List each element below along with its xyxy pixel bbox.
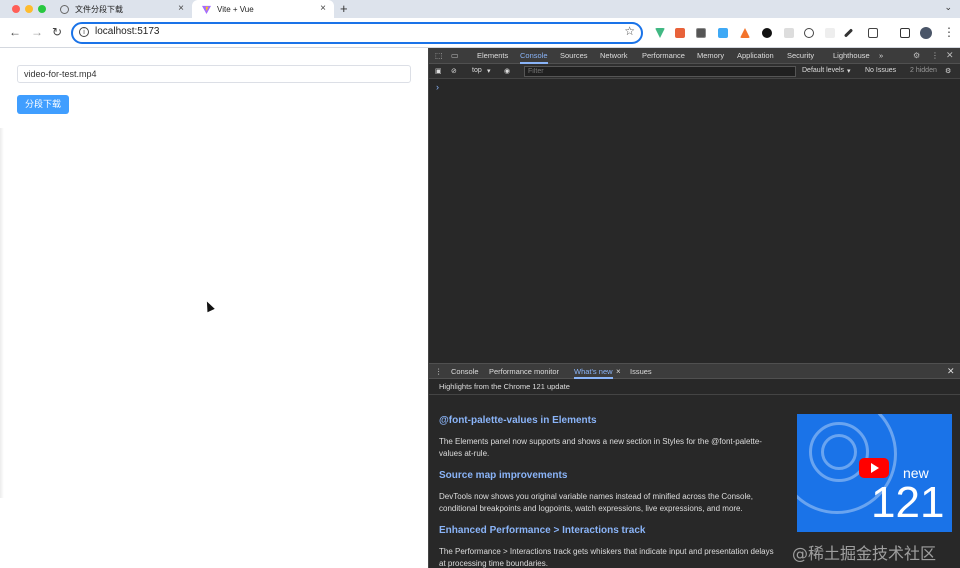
vue-devtools-extension-icon[interactable] — [655, 28, 665, 38]
minimize-window-button[interactable] — [25, 5, 33, 13]
chevron-down-icon: ▾ — [487, 68, 491, 75]
section-title[interactable]: Enhanced Performance > Interactions trac… — [439, 525, 645, 536]
context-selector[interactable]: top — [472, 67, 482, 74]
globe-icon — [60, 4, 69, 14]
extension-icon[interactable] — [804, 28, 814, 38]
console-filter-input[interactable] — [524, 66, 796, 77]
section-body: The Elements panel now supports and show… — [439, 437, 762, 458]
vite-logo-icon — [202, 5, 211, 14]
issues-counter[interactable]: No Issues — [865, 67, 896, 74]
drawer-menu-icon[interactable]: ⋮ — [435, 364, 443, 379]
youtube-play-icon[interactable] — [859, 458, 889, 478]
new-tab-button[interactable]: + — [340, 1, 348, 16]
tab-search-icon[interactable]: ⌄ — [944, 2, 952, 13]
hidden-messages-count: 2 hidden — [910, 67, 937, 74]
drawer-tab-issues[interactable]: Issues — [630, 364, 652, 379]
section-body: DevTools now shows you original variable… — [439, 492, 753, 513]
browser-tab-vite-vue[interactable]: Vite + Vue × — [192, 0, 334, 18]
section-title[interactable]: @font-palette-values in Elements — [439, 415, 597, 426]
device-toolbar-icon[interactable]: ▭ — [451, 51, 459, 60]
browser-tab-file-download[interactable]: 文件分段下载 × — [50, 0, 192, 18]
tab-title: Vite + Vue — [217, 4, 254, 14]
mouse-cursor-icon — [203, 299, 215, 313]
live-expression-eye-icon[interactable]: ◉ — [504, 67, 510, 75]
extension-icon[interactable] — [762, 28, 772, 38]
close-devtools-icon[interactable]: ✕ — [946, 50, 954, 61]
browser-tab-strip: 文件分段下载 × Vite + Vue × + ⌄ — [0, 0, 960, 18]
devtools-tab-network[interactable]: Network — [600, 48, 628, 64]
forward-arrow-icon[interactable]: → — [31, 25, 43, 39]
chevron-down-icon: ▾ — [847, 68, 851, 75]
devtools-tab-memory[interactable]: Memory — [697, 48, 724, 64]
inspect-element-icon[interactable]: ⬚ — [435, 51, 443, 60]
maximize-window-button[interactable] — [38, 5, 46, 13]
file-name-input[interactable]: video-for-test.mp4 — [17, 65, 411, 83]
drawer-tab-console[interactable]: Console — [451, 364, 479, 379]
devtools-tab-bar: ⬚ ▭ Elements Console Sources Network Per… — [429, 48, 960, 64]
extension-icon[interactable] — [740, 28, 750, 38]
web-page: video-for-test.mp4 分段下载 — [0, 48, 428, 568]
back-arrow-icon[interactable]: ← — [9, 25, 21, 39]
side-panel-icon[interactable] — [900, 28, 910, 38]
pen-extension-icon[interactable] — [843, 28, 854, 38]
drawer-tab-whats-new[interactable]: What's new — [574, 364, 613, 379]
section-title[interactable]: Source map improvements — [439, 470, 567, 481]
address-bar[interactable]: i localhost:5173 ☆ — [71, 22, 643, 44]
extension-icon[interactable] — [675, 28, 685, 38]
watermark: @稀土掘金技术社区 — [792, 544, 937, 563]
close-tab-icon[interactable]: × — [178, 3, 184, 14]
settings-gear-icon[interactable]: ⚙ — [913, 51, 920, 60]
chrome-121-promo-video[interactable]: new 121 — [797, 414, 952, 532]
close-window-button[interactable] — [12, 5, 20, 13]
devtools-tab-application[interactable]: Application — [737, 48, 774, 64]
tab-title: 文件分段下载 — [75, 4, 123, 14]
shield-extension-icon[interactable] — [696, 28, 706, 38]
console-settings-gear-icon[interactable]: ⚙ — [945, 67, 951, 75]
devtools-tab-console[interactable]: Console — [520, 48, 548, 64]
whats-new-header: Highlights from the Chrome 121 update — [429, 379, 960, 395]
devtools-tab-performance[interactable]: Performance — [642, 48, 685, 64]
more-tabs-icon[interactable]: » — [879, 48, 883, 64]
puzzle-extensions-icon[interactable] — [868, 28, 878, 38]
close-drawer-icon[interactable]: ✕ — [947, 364, 955, 379]
devtools-menu-icon[interactable]: ⋮ — [931, 51, 939, 60]
browser-toolbar: ← → ↻ i localhost:5173 ☆ ⋮ — [0, 18, 960, 48]
drawer-tab-performance-monitor[interactable]: Performance monitor — [489, 364, 559, 379]
devtools-tab-sources[interactable]: Sources — [560, 48, 588, 64]
log-levels-dropdown[interactable]: Default levels — [802, 67, 844, 74]
close-tab-icon[interactable]: × — [320, 3, 326, 14]
browser-menu-icon[interactable]: ⋮ — [943, 25, 955, 39]
clear-console-icon[interactable]: ⊘ — [451, 67, 457, 75]
drawer-tab-bar: ⋮ Console Performance monitor What's new… — [429, 363, 960, 379]
url-text: localhost:5173 — [95, 26, 160, 37]
extension-icon[interactable] — [825, 28, 835, 38]
devtools-tab-elements[interactable]: Elements — [477, 48, 508, 64]
console-prompt[interactable]: › — [436, 82, 439, 92]
segment-download-button[interactable]: 分段下载 — [17, 95, 69, 114]
profile-avatar[interactable] — [920, 27, 932, 39]
extension-icon[interactable] — [784, 28, 794, 38]
console-filter-bar: ▣ ⊘ top ▾ ◉ Default levels ▾ No Issues 2… — [429, 64, 960, 79]
devtools-tab-security[interactable]: Security — [787, 48, 814, 64]
promo-version-number: 121 — [871, 478, 945, 527]
extension-icon[interactable] — [718, 28, 728, 38]
devtools-panel: ⬚ ▭ Elements Console Sources Network Per… — [428, 48, 960, 568]
page-edge-shadow — [0, 128, 4, 498]
devtools-tab-lighthouse[interactable]: Lighthouse — [833, 48, 870, 64]
site-info-icon[interactable]: i — [79, 27, 89, 37]
bookmark-star-icon[interactable]: ☆ — [624, 24, 635, 38]
sidebar-toggle-icon[interactable]: ▣ — [435, 67, 442, 75]
close-tab-icon[interactable]: × — [616, 364, 621, 379]
reload-icon[interactable]: ↻ — [52, 25, 62, 39]
section-body: The Performance > Interactions track get… — [439, 547, 774, 568]
